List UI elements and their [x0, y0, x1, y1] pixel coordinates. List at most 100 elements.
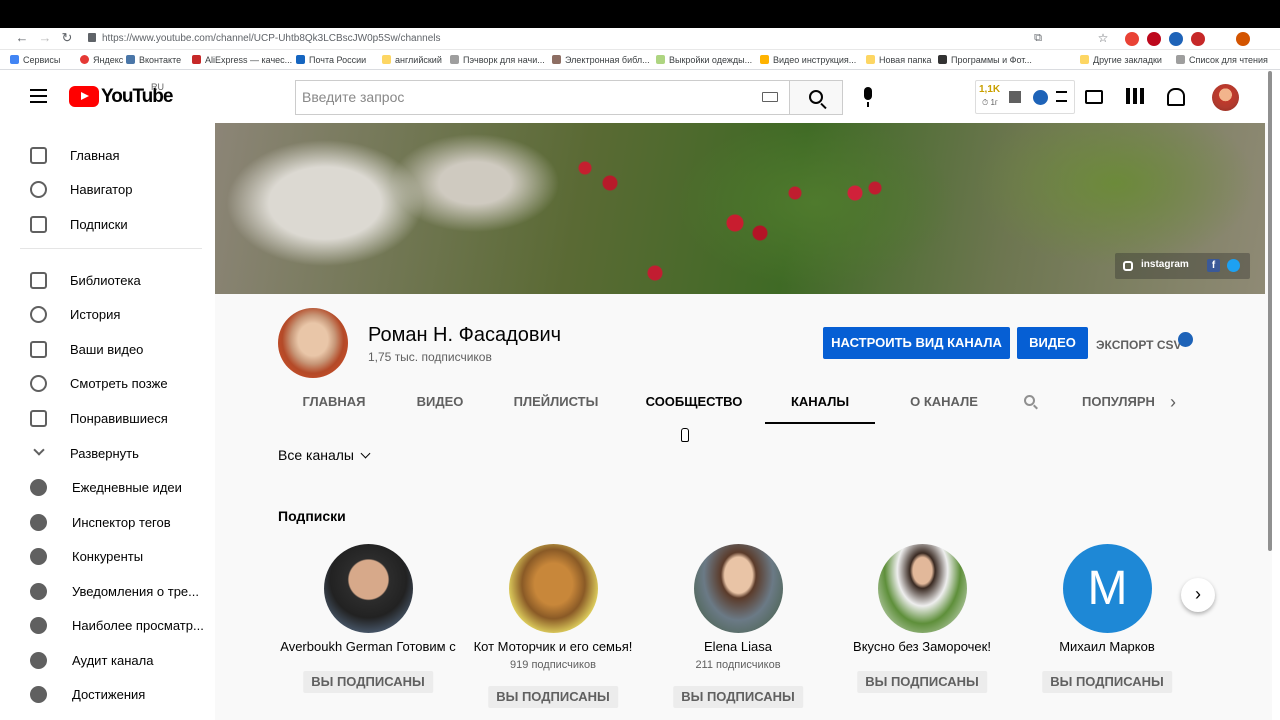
- channel-card-avatar[interactable]: [694, 544, 783, 633]
- bookmark-item[interactable]: AliExpress — качес...: [192, 54, 292, 66]
- sidebar-item-vidiq[interactable]: Инспектор тегов: [8, 506, 215, 540]
- reload-icon[interactable]: ↻: [59, 30, 75, 46]
- channel-card-avatar[interactable]: M: [1063, 544, 1152, 633]
- instagram-link[interactable]: instagram: [1141, 259, 1189, 270]
- subscribed-button[interactable]: ВЫ ПОДПИСАНЫ: [857, 671, 987, 693]
- sidebar-item-watch-later[interactable]: Смотреть позже: [8, 367, 215, 401]
- bookmark-item[interactable]: Пэчворк для начи...: [450, 54, 545, 66]
- sidebar-item-vidiq[interactable]: Достижения: [8, 678, 215, 712]
- url-field[interactable]: https://www.youtube.com/channel/UCP-Uhtb…: [88, 28, 1028, 50]
- notifications-icon[interactable]: [1167, 88, 1185, 106]
- vidiq-count: 1,1K: [979, 84, 1001, 95]
- sidebar-item-label: Инспектор тегов: [72, 515, 171, 530]
- channel-card[interactable]: Elena Liasa 211 подписчиков ВЫ ПОДПИСАНЫ: [648, 544, 828, 714]
- chevron-right-icon[interactable]: ›: [1170, 392, 1190, 412]
- sidebar-item-expand[interactable]: Развернуть: [8, 437, 215, 471]
- instagram-icon[interactable]: [1123, 261, 1133, 271]
- profile-icon[interactable]: [1236, 32, 1250, 46]
- subscribed-button[interactable]: ВЫ ПОДПИСАНЫ: [1042, 671, 1172, 693]
- channel-card-name[interactable]: Elena Liasa: [648, 639, 828, 654]
- browser-window: ← → ↻ https://www.youtube.com/channel/UC…: [0, 28, 1280, 720]
- sidebar-item-vidiq[interactable]: Ежедневные идеи: [8, 471, 215, 505]
- compass-icon: [30, 181, 47, 198]
- channel-card-name[interactable]: Вкусно без Заморочек!: [832, 639, 1012, 654]
- tab-videos[interactable]: ВИДЕО: [405, 379, 475, 424]
- share-icon[interactable]: ⧉: [1030, 30, 1046, 46]
- subscribed-button[interactable]: ВЫ ПОДПИСАНЫ: [488, 686, 618, 708]
- create-video-icon[interactable]: [1085, 90, 1103, 104]
- subscribed-button[interactable]: ВЫ ПОДПИСАНЫ: [303, 671, 433, 693]
- customize-channel-button[interactable]: НАСТРОИТЬ ВИД КАНАЛА: [823, 327, 1010, 359]
- vidiq-widget[interactable]: 1,1K ⏱ 1г: [975, 80, 1075, 114]
- bookmark-item[interactable]: Электронная библ...: [552, 54, 650, 66]
- list-icon: [1056, 91, 1067, 102]
- tab-home[interactable]: ГЛАВНАЯ: [297, 379, 371, 424]
- sidebar-item-vidiq[interactable]: Наиболее просматр...: [8, 609, 215, 643]
- channel-card-name[interactable]: Averboukh German Готовим с: [278, 639, 458, 654]
- chevron-right-icon: ›: [1195, 584, 1201, 604]
- channel-card-name[interactable]: Михаил Марков: [1017, 639, 1197, 654]
- search-button[interactable]: [789, 80, 843, 115]
- tab-playlists[interactable]: ПЛЕЙЛИСТЫ: [505, 379, 607, 424]
- apps-icon[interactable]: [1126, 88, 1144, 104]
- vidiq-extension-icon[interactable]: [1169, 32, 1183, 46]
- tab-channels[interactable]: КАНАЛЫ: [765, 379, 875, 424]
- bookmark-item[interactable]: Программы и Фот...: [938, 54, 1032, 66]
- sidebar-item-library[interactable]: Библиотека: [8, 264, 215, 298]
- bookmark-item[interactable]: Список для чтения: [1176, 54, 1268, 66]
- extension-icon[interactable]: [1125, 32, 1139, 46]
- sidebar-item-label: Главная: [70, 148, 120, 163]
- sidebar-item-liked[interactable]: Понравившиеся: [8, 402, 215, 436]
- channel-card[interactable]: Averboukh German Готовим с ВЫ ПОДПИСАНЫ: [278, 544, 458, 714]
- channel-card-avatar[interactable]: [878, 544, 967, 633]
- facebook-icon[interactable]: f: [1207, 259, 1220, 272]
- subscriptions-icon: [30, 216, 47, 233]
- bookmark-item[interactable]: Новая папка: [866, 54, 931, 66]
- bookmark-item[interactable]: Сервисы: [10, 54, 60, 66]
- bookmark-item[interactable]: Другие закладки: [1080, 54, 1162, 66]
- sidebar-item-vidiq[interactable]: Аудит канала: [8, 644, 215, 678]
- bookmark-item[interactable]: Яндекс: [80, 54, 123, 66]
- carousel-next-button[interactable]: ›: [1181, 578, 1215, 612]
- bookmark-item[interactable]: Выкройки одежды...: [656, 54, 752, 66]
- extension-icon[interactable]: [1191, 32, 1205, 46]
- sidebar-item-your-videos[interactable]: Ваши видео: [8, 333, 215, 367]
- channel-card-avatar[interactable]: [324, 544, 413, 633]
- channel-card[interactable]: Вкусно без Заморочек! ВЫ ПОДПИСАНЫ: [832, 544, 1012, 714]
- sidebar-item-history[interactable]: История: [8, 298, 215, 332]
- tab-community[interactable]: СООБЩЕСТВО: [640, 379, 748, 424]
- scrollbar[interactable]: [1268, 71, 1272, 551]
- tab-about[interactable]: О КАНАЛЕ: [895, 379, 993, 424]
- channel-card[interactable]: M Михаил Марков ВЫ ПОДПИСАНЫ: [1017, 544, 1197, 714]
- subscribed-button[interactable]: ВЫ ПОДПИСАНЫ: [673, 686, 803, 708]
- microphone-icon[interactable]: [864, 87, 872, 107]
- star-icon[interactable]: ☆: [1095, 30, 1111, 46]
- sidebar-item-vidiq[interactable]: Уведомления о тре...: [8, 575, 215, 609]
- channel-card[interactable]: Кот Моторчик и его семья! 919 подписчико…: [463, 544, 643, 714]
- pinterest-icon[interactable]: [1147, 32, 1161, 46]
- bookmark-item[interactable]: английский: [382, 54, 442, 66]
- channels-filter-dropdown[interactable]: Все каналы: [278, 447, 371, 463]
- search-icon[interactable]: [1024, 395, 1035, 406]
- sidebar-item-home[interactable]: Главная: [8, 139, 215, 173]
- bookmark-item[interactable]: Вконтакте: [126, 54, 181, 66]
- tab-popular[interactable]: ПОПУЛЯРНО: [1082, 379, 1154, 424]
- menu-icon[interactable]: [30, 89, 47, 103]
- twitter-icon[interactable]: [1227, 259, 1240, 272]
- export-csv-button[interactable]: ЭКСПОРТ CSV: [1096, 338, 1182, 352]
- search-icon: [809, 90, 823, 104]
- manage-videos-button[interactable]: ВИДЕО: [1017, 327, 1088, 359]
- sidebar-item-subscriptions[interactable]: Подписки: [8, 208, 215, 242]
- search-input[interactable]: Введите запрос: [295, 80, 789, 115]
- avatar[interactable]: [1212, 84, 1239, 111]
- back-icon[interactable]: ←: [14, 30, 30, 46]
- channel-card-avatar[interactable]: [509, 544, 598, 633]
- lock-icon: [88, 33, 96, 42]
- forward-icon[interactable]: →: [37, 30, 53, 46]
- bookmark-item[interactable]: Почта России: [296, 54, 366, 66]
- bookmark-item[interactable]: Видео инструкция...: [760, 54, 856, 66]
- sidebar-item-explore[interactable]: Навигатор: [8, 173, 215, 207]
- sidebar-item-vidiq[interactable]: Конкуренты: [8, 540, 215, 574]
- channel-card-name[interactable]: Кот Моторчик и его семья!: [463, 639, 643, 654]
- keyboard-icon[interactable]: [762, 92, 778, 102]
